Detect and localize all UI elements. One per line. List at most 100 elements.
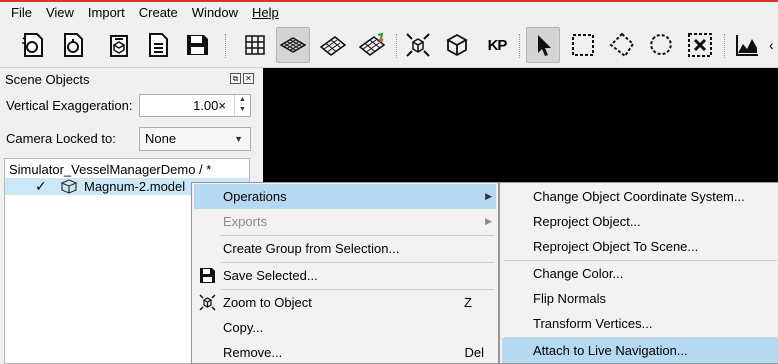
toolbar-overflow-icon[interactable]: ‹: [769, 37, 774, 53]
camera-locked-dropdown[interactable]: None ▼: [139, 127, 251, 151]
menu-item-remove[interactable]: Remove... Del: [194, 340, 496, 364]
menu-item-label: Save Selected...: [223, 268, 318, 283]
polygon-select-button[interactable]: [605, 27, 639, 63]
open-file-button[interactable]: [56, 27, 90, 63]
menu-view[interactable]: View: [39, 2, 81, 24]
zoom-to-object-icon: [199, 294, 216, 311]
menu-file[interactable]: File: [4, 2, 39, 24]
colored-grid-button[interactable]: [355, 27, 389, 63]
wireframe-grid-icon: [319, 36, 347, 56]
menu-item-label: Reproject Object...: [533, 214, 641, 229]
vertical-exaggeration-label: Vertical Exaggeration:: [6, 98, 133, 113]
toolbar-separator: [225, 34, 227, 58]
main-toolbar: KP ‹: [0, 24, 778, 68]
menu-item-label: Create Group from Selection...: [223, 241, 400, 256]
zoom-extents-button[interactable]: [401, 27, 435, 63]
menu-create[interactable]: Create: [132, 2, 185, 24]
menu-item-change-color[interactable]: Change Color...: [502, 261, 778, 286]
spin-down-icon[interactable]: ▼: [235, 105, 250, 115]
context-menu: Operations ▶ Exports ▶ Create Group from…: [191, 182, 499, 364]
colored-grid-icon: [358, 32, 386, 56]
menu-item-label: Attach to Live Navigation...: [533, 343, 688, 358]
operations-submenu: Change Object Coordinate System... Repro…: [499, 182, 778, 364]
rect-select-button[interactable]: [566, 27, 600, 63]
tree-item-label: Magnum-2.model: [84, 179, 186, 194]
wireframe-grid-button[interactable]: [316, 27, 350, 63]
menu-window[interactable]: Window: [185, 2, 245, 24]
zoom-extents-icon: [406, 33, 430, 57]
vertical-exaggeration-spinbox[interactable]: 1.00× ▲ ▼: [139, 94, 251, 117]
box-3d-button[interactable]: [440, 27, 474, 63]
menu-item-flip-normals[interactable]: Flip Normals: [502, 286, 778, 311]
chevron-down-icon: ▼: [234, 134, 243, 144]
vertical-exaggeration-value: 1.00×: [193, 98, 226, 113]
toolbar-separator: [396, 34, 398, 58]
menu-item-label: Copy...: [223, 320, 264, 335]
menu-item-label: Reproject Object To Scene...: [533, 239, 699, 254]
model-icon: [60, 179, 78, 194]
tree-root-label[interactable]: Simulator_VesselManagerDemo / *: [9, 161, 211, 178]
menu-item-label: Flip Normals: [533, 291, 606, 306]
clear-selection-button[interactable]: [683, 27, 717, 63]
menu-item-zoom-to-object[interactable]: Zoom to Object Z: [194, 290, 496, 315]
toolbar-separator: [519, 34, 521, 58]
save-button[interactable]: [180, 27, 214, 63]
close-icon[interactable]: ✕: [243, 73, 254, 84]
open-file-icon: [64, 33, 83, 57]
select-pointer-icon: [538, 35, 551, 56]
menu-item-operations[interactable]: Operations ▶: [194, 184, 496, 209]
kp-icon: KP: [487, 36, 508, 54]
menu-item-attach-live-navigation[interactable]: Attach to Live Navigation...: [502, 338, 778, 363]
save-icon: [187, 35, 208, 55]
menu-item-label: Exports: [223, 214, 268, 229]
rect-select-icon: [572, 34, 594, 56]
menu-item-save-selected[interactable]: Save Selected...: [194, 263, 496, 288]
profile-chart-button[interactable]: [730, 27, 764, 63]
menu-item-shortcut: Del: [464, 345, 484, 360]
camera-locked-label: Camera Locked to:: [6, 131, 116, 146]
spin-arrows[interactable]: ▲ ▼: [234, 95, 250, 116]
spin-up-icon[interactable]: ▲: [235, 95, 250, 105]
panel-title: Scene Objects: [5, 72, 90, 87]
menu-item-label: Operations: [223, 189, 287, 204]
import-document-button[interactable]: [141, 27, 175, 63]
menu-item-label: Change Object Coordinate System...: [533, 189, 745, 204]
visibility-checkbox[interactable]: ✓: [35, 179, 49, 193]
menu-bar: File View Import Create Window Help: [0, 2, 778, 24]
import-model-button[interactable]: [102, 27, 136, 63]
surface-grid-button[interactable]: [276, 27, 310, 63]
menu-item-label: Transform Vertices...: [533, 316, 653, 331]
menu-item-transform-vertices[interactable]: Transform Vertices...: [502, 311, 778, 336]
open-scene-button[interactable]: [16, 27, 50, 63]
toolbar-separator: [724, 34, 726, 58]
menu-item-label: Change Color...: [533, 266, 624, 281]
menu-help[interactable]: Help: [245, 2, 286, 24]
clear-selection-icon: [688, 33, 712, 57]
menu-item-reproject-to-scene[interactable]: Reproject Object To Scene...: [502, 234, 778, 259]
menu-item-label: Zoom to Object: [223, 295, 312, 310]
menu-item-exports[interactable]: Exports ▶: [194, 209, 496, 234]
menu-item-create-group[interactable]: Create Group from Selection...: [194, 236, 496, 261]
polygon-select-icon: [609, 32, 635, 58]
grid-button[interactable]: [238, 27, 272, 63]
save-icon: [200, 268, 215, 283]
menu-item-change-coordinate-system[interactable]: Change Object Coordinate System...: [502, 184, 778, 209]
surface-grid-icon: [279, 37, 307, 53]
menu-item-copy[interactable]: Copy...: [194, 315, 496, 340]
undock-icon[interactable]: ⧉: [230, 73, 241, 84]
kp-button[interactable]: KP: [480, 27, 514, 63]
menu-item-shortcut: Z: [464, 295, 472, 310]
import-document-icon: [149, 33, 168, 57]
grid-icon: [245, 35, 265, 55]
menu-item-label: Remove...: [223, 345, 283, 360]
submenu-arrow-icon: ▶: [485, 191, 492, 201]
profile-chart-icon: [736, 35, 758, 56]
lasso-select-icon: [650, 34, 672, 56]
lasso-select-button[interactable]: [644, 27, 678, 63]
menu-import[interactable]: Import: [81, 2, 132, 24]
menu-item-reproject-object[interactable]: Reproject Object...: [502, 209, 778, 234]
camera-locked-value: None: [145, 131, 177, 146]
select-pointer-button[interactable]: [526, 27, 560, 63]
open-scene-icon: [22, 33, 43, 57]
box-3d-icon: [446, 33, 468, 57]
